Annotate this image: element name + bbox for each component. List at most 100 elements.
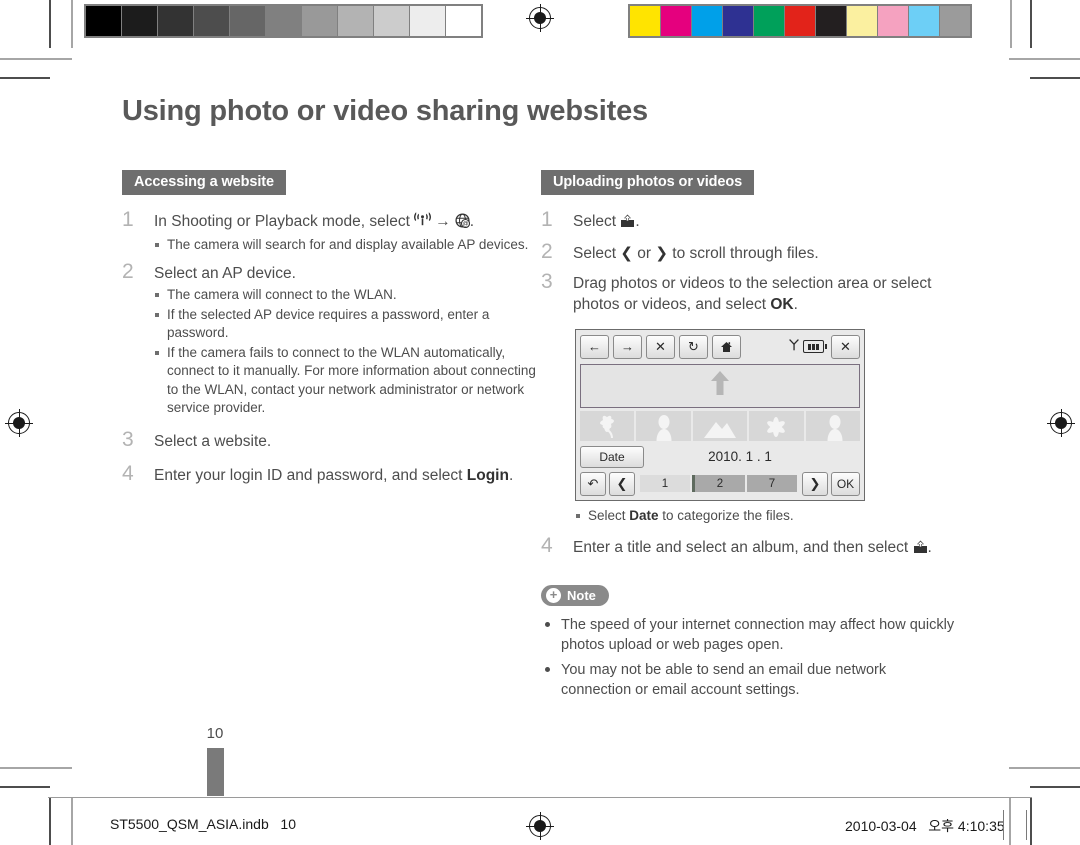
back-arrow-icon[interactable]: ← bbox=[580, 334, 609, 359]
footer: ST5500_QSM_ASIA.indb 10 2010-03-04 오후 4:… bbox=[0, 810, 1080, 840]
upload-icon bbox=[913, 539, 928, 560]
note-item: The speed of your internet connection ma… bbox=[541, 615, 960, 655]
sub-text-after: to categorize the files. bbox=[658, 507, 794, 523]
calibration-swatch bbox=[158, 6, 193, 36]
calibration-swatch bbox=[86, 6, 121, 36]
calibration-swatch bbox=[785, 6, 815, 36]
calibration-swatch bbox=[338, 6, 373, 36]
crop-mark bbox=[1009, 767, 1080, 769]
crop-mark bbox=[1030, 786, 1080, 788]
wifi-antenna-icon bbox=[789, 339, 799, 354]
calibration-swatch bbox=[723, 6, 753, 36]
crop-mark bbox=[0, 58, 72, 60]
calibration-swatch bbox=[266, 6, 301, 36]
calibration-swatch bbox=[878, 6, 908, 36]
sub-text-before: Select bbox=[588, 507, 630, 523]
emphasis-ok: OK bbox=[770, 295, 794, 313]
footer-tick bbox=[1026, 810, 1027, 840]
step-text-after: to scroll through files. bbox=[667, 244, 819, 262]
thumbnail-mountain[interactable] bbox=[692, 410, 748, 441]
ok-button[interactable]: OK bbox=[831, 471, 860, 496]
home-icon[interactable] bbox=[712, 334, 741, 359]
step-text: In Shooting or Playback mode, select → @. bbox=[154, 211, 541, 234]
footer-timestamp: 2010-03-04 오후 4:10:35 bbox=[845, 818, 1005, 834]
page-title: Using photo or video sharing websites bbox=[122, 95, 648, 127]
step-text-before: In Shooting or Playback mode, select bbox=[154, 212, 415, 230]
upload-drop-area[interactable] bbox=[580, 363, 860, 408]
grayscale-calibration-strip bbox=[84, 4, 483, 38]
step-item: 3 Drag photos or videos to the selection… bbox=[541, 269, 960, 315]
crop-mark bbox=[71, 0, 73, 48]
globe-at-icon: @ bbox=[455, 213, 470, 234]
segment-year[interactable]: 1 bbox=[640, 475, 690, 493]
device-status-icons bbox=[789, 339, 827, 354]
crop-mark bbox=[1010, 0, 1012, 48]
column-accessing-a-website: Accessing a website 1 In Shooting or Pla… bbox=[122, 169, 541, 706]
step-item: 4 Enter a title and select an album, and… bbox=[541, 534, 960, 560]
crop-mark bbox=[0, 77, 50, 79]
step-text-before: Enter a title and select an album, and t… bbox=[573, 539, 913, 557]
wifi-broadcast-icon bbox=[414, 212, 432, 234]
date-button[interactable]: Date bbox=[580, 445, 644, 468]
segment-month[interactable]: 2 bbox=[692, 475, 745, 493]
calibration-swatch bbox=[410, 6, 445, 36]
page-number-block: 10 bbox=[200, 725, 230, 796]
step-text-before: Select bbox=[573, 244, 621, 262]
registration-mark-top bbox=[526, 4, 554, 32]
svg-text:@: @ bbox=[462, 221, 468, 227]
step-text: Select ❮ or ❯ to scroll through files. bbox=[573, 243, 960, 264]
prev-chevron-icon[interactable]: ❮ bbox=[609, 471, 635, 496]
page-number-bar bbox=[206, 748, 224, 796]
refresh-icon[interactable]: ↻ bbox=[679, 334, 708, 359]
calibration-swatch bbox=[302, 6, 337, 36]
device-toolbar: ← → ✕ ↻ ✕ bbox=[580, 334, 860, 360]
arrow-glyph: → bbox=[435, 212, 451, 230]
stop-icon[interactable]: ✕ bbox=[646, 334, 675, 359]
footer-filename: ST5500_QSM_ASIA.indb 10 bbox=[110, 816, 296, 832]
calibration-swatch bbox=[692, 6, 722, 36]
sub-bullet: If the camera fails to connect to the WL… bbox=[154, 344, 541, 418]
step-text-before: Enter your login ID and password, and se… bbox=[154, 466, 467, 484]
thumbnail-person[interactable] bbox=[805, 410, 861, 441]
thumbnail-flower[interactable] bbox=[580, 410, 635, 441]
step-text: Select a website. bbox=[154, 432, 272, 450]
date-value: 2010. 1 . 1 bbox=[708, 449, 772, 465]
camera-screen-illustration: ← → ✕ ↻ ✕ Date 2010. 1 . 1 ↶ ❮ 1 2 7 ❯ O… bbox=[575, 328, 865, 501]
segment-day[interactable]: 7 bbox=[747, 475, 797, 493]
section-heading-accessing: Accessing a website bbox=[122, 169, 286, 195]
crop-mark bbox=[49, 0, 51, 48]
next-chevron-icon[interactable]: ❯ bbox=[802, 471, 828, 496]
step-number: 2 bbox=[541, 239, 553, 263]
thumbnail-strip bbox=[580, 410, 861, 441]
calibration-swatch bbox=[230, 6, 265, 36]
page-content: Using photo or video sharing websites Ac… bbox=[122, 95, 960, 706]
thumbnail-person[interactable] bbox=[636, 410, 691, 441]
device-nav-row: ↶ ❮ 1 2 7 ❯ OK bbox=[580, 471, 860, 496]
device-sub-bullets: Select Date to categorize the files. bbox=[575, 507, 960, 526]
forward-arrow-icon[interactable]: → bbox=[613, 334, 642, 359]
thumbnail-flower[interactable] bbox=[749, 410, 804, 441]
step-text-after: . bbox=[635, 212, 640, 230]
battery-full-icon bbox=[803, 340, 827, 354]
step-item: 1 Select . bbox=[541, 207, 960, 234]
undo-icon[interactable]: ↶ bbox=[580, 471, 606, 496]
close-icon[interactable]: ✕ bbox=[831, 334, 860, 359]
date-segment-picker[interactable]: 1 2 7 bbox=[640, 475, 797, 493]
manual-page: Using photo or video sharing websites Ac… bbox=[0, 0, 1080, 845]
step-text-before: Drag photos or videos to the selection a… bbox=[573, 274, 932, 313]
steps-list-accessing: 1 In Shooting or Playback mode, select →… bbox=[122, 208, 541, 486]
step-text-before: Select bbox=[573, 212, 621, 230]
note-list: The speed of your internet connection ma… bbox=[541, 615, 960, 700]
step-number: 1 bbox=[541, 207, 553, 231]
sub-bullet: The camera will search for and display a… bbox=[154, 236, 541, 255]
emphasis-date: Date bbox=[629, 507, 659, 523]
crop-mark bbox=[1030, 77, 1080, 79]
step-text: Select an AP device. bbox=[154, 265, 296, 283]
step-number: 3 bbox=[541, 269, 553, 293]
footer-divider bbox=[48, 797, 1032, 798]
crop-mark bbox=[0, 767, 72, 769]
calibration-swatch bbox=[122, 6, 157, 36]
crop-mark bbox=[1030, 0, 1032, 48]
sub-bullet: The camera will connect to the WLAN. bbox=[154, 286, 541, 305]
page-number: 10 bbox=[206, 725, 224, 742]
